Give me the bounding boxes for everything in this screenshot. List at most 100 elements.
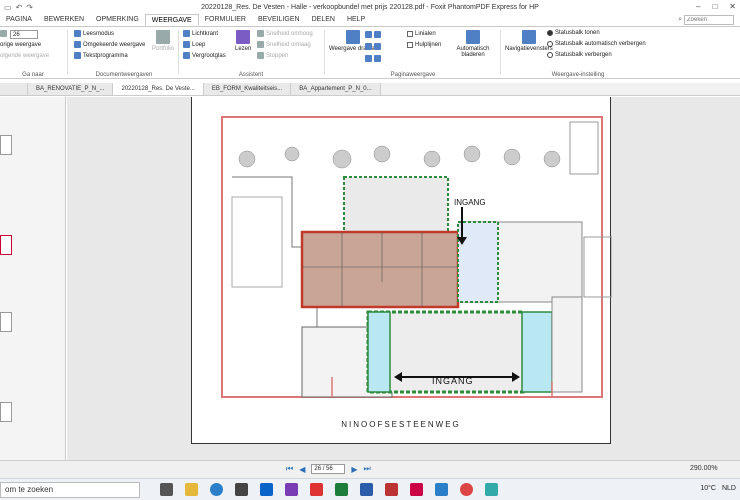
portfolio-icon bbox=[156, 30, 170, 44]
page-number-input[interactable]: 26 bbox=[10, 30, 38, 39]
page-thumbnail[interactable] bbox=[0, 312, 12, 332]
speed-up-icon bbox=[257, 30, 264, 37]
navigatievensters-button[interactable]: Navigatievensters bbox=[505, 30, 553, 52]
group-label-paginaweergave: Paginaweergave bbox=[390, 72, 436, 78]
page-layout-single-button[interactable] bbox=[365, 31, 381, 38]
search-input[interactable] bbox=[684, 15, 734, 25]
minimize-icon[interactable]: – bbox=[696, 2, 700, 11]
excel-icon[interactable] bbox=[335, 483, 348, 496]
page-thumbnail-selected[interactable] bbox=[0, 235, 12, 255]
tab-weergave[interactable]: WEERGAVE bbox=[144, 14, 199, 26]
stairwell bbox=[457, 221, 499, 303]
tab-formulier[interactable]: FORMULIER bbox=[199, 14, 252, 26]
automatisch-bladeren-button[interactable]: Automatisch bladeren bbox=[453, 30, 493, 58]
loep-button[interactable]: Loep bbox=[183, 41, 205, 48]
statusbalk-verbergen-radio[interactable]: Statusbalk verbergen bbox=[547, 52, 612, 58]
page-layout-facing-button[interactable] bbox=[365, 43, 381, 50]
book-icon bbox=[74, 30, 81, 37]
cyan-zone bbox=[367, 311, 391, 393]
highlighted-unit bbox=[300, 230, 460, 309]
loupe-icon bbox=[183, 41, 190, 48]
window-controls: – □ ✕ bbox=[696, 2, 736, 11]
omgekeerde-weergave-button[interactable]: Omgekeerde weergave bbox=[74, 41, 145, 48]
leesmodus-button[interactable]: Leesmodus bbox=[74, 30, 114, 37]
prev-view-button[interactable] bbox=[0, 30, 7, 37]
app-icon[interactable] bbox=[485, 483, 498, 496]
ribbon-tabs: PAGINA BEWERKEN OPMERKING WEERGAVE FORMU… bbox=[0, 14, 740, 27]
next-page-icon[interactable]: ▶ bbox=[351, 465, 357, 474]
doc-tab-1[interactable]: BA_RENOVATIE_P_N_... bbox=[28, 83, 114, 95]
tab-opmerking[interactable]: OPMERKING bbox=[90, 14, 145, 26]
document-canvas[interactable]: INGANG INGANG NINOOFSESTEENWEG bbox=[67, 97, 740, 460]
lichtkrant-button[interactable]: Lichtkrant bbox=[183, 30, 218, 37]
maximize-icon[interactable]: □ bbox=[712, 2, 717, 11]
divider bbox=[67, 30, 68, 74]
portfolio-button[interactable]: Portfolio bbox=[152, 30, 174, 52]
file-explorer-icon[interactable] bbox=[185, 483, 198, 496]
radio-selected-icon bbox=[547, 30, 553, 36]
powerpoint-icon[interactable] bbox=[385, 483, 398, 496]
statusbalk-tonen-radio[interactable]: Statusbalk tonen bbox=[547, 30, 600, 36]
pdf-app-icon[interactable] bbox=[310, 483, 323, 496]
snelheid-omhoog-button[interactable]: Snelheid omhoog bbox=[257, 30, 313, 37]
tab-delen[interactable]: DELEN bbox=[306, 14, 341, 26]
taskbar-search[interactable]: om te zoeken bbox=[0, 482, 140, 498]
next-view-button[interactable]: olgende weergave bbox=[0, 53, 49, 59]
close-icon[interactable]: ✕ bbox=[729, 2, 736, 11]
rotate-icon bbox=[346, 30, 361, 44]
hatched-area bbox=[569, 121, 599, 175]
lezen-button[interactable]: Lezen bbox=[235, 30, 251, 52]
ingang-top-label: INGANG bbox=[454, 198, 486, 207]
acrobat-icon[interactable] bbox=[410, 483, 423, 496]
first-page-icon[interactable]: ⏮ bbox=[286, 464, 293, 474]
cover-icon bbox=[365, 55, 372, 62]
tekstprogramma-button[interactable]: Tekstprogramma bbox=[74, 52, 128, 59]
divider bbox=[500, 30, 501, 74]
ribbon: 26 orige weergave olgende weergave Ga na… bbox=[0, 27, 740, 79]
group-ga-naar: 26 orige weergave olgende weergave Ga na… bbox=[0, 27, 66, 79]
app-icon[interactable] bbox=[285, 483, 298, 496]
statusbalk-autohide-radio[interactable]: Statusbalk automatisch verbergen bbox=[547, 41, 646, 47]
tab-beveiligen[interactable]: BEVEILIGEN bbox=[252, 14, 306, 26]
zoom-level[interactable]: 290.00% bbox=[690, 465, 718, 472]
stop-icon bbox=[257, 52, 264, 59]
group-paginaweergave: Weergave draaien Linialen Hulplijnen Aut… bbox=[327, 27, 499, 79]
tab-help[interactable]: HELP bbox=[341, 14, 371, 26]
keyboard-language[interactable]: NLD bbox=[722, 485, 736, 492]
hulplijnen-checkbox[interactable]: Hulplijnen bbox=[407, 42, 441, 48]
store-icon[interactable] bbox=[235, 483, 248, 496]
word-icon[interactable] bbox=[360, 483, 373, 496]
tab-bewerken[interactable]: BEWERKEN bbox=[38, 14, 90, 26]
doc-tabs-scroll[interactable] bbox=[0, 83, 28, 95]
snelheid-omlaag-button[interactable]: Snelheid omlaag bbox=[257, 41, 311, 48]
page-counter[interactable]: 26 / 56 bbox=[311, 464, 346, 474]
task-view-icon[interactable] bbox=[160, 483, 173, 496]
mail-icon[interactable] bbox=[260, 483, 273, 496]
group-label-assistent: Assistent bbox=[238, 72, 264, 78]
arrow-left-icon bbox=[0, 30, 7, 37]
linialen-checkbox[interactable]: Linialen bbox=[407, 31, 436, 37]
doc-tab-4[interactable]: BA_Appartement_P_N_0... bbox=[291, 83, 381, 95]
teams-icon[interactable] bbox=[435, 483, 448, 496]
doc-tab-2[interactable]: 20220128_Res. De Veste... bbox=[113, 83, 204, 95]
vergrootglas-button[interactable]: Vergrootglas bbox=[183, 52, 226, 59]
group-assistent: Lichtkrant Loep Vergrootglas Lezen Snelh… bbox=[181, 27, 321, 79]
stoppen-button[interactable]: Stoppen bbox=[257, 52, 288, 59]
page-thumbnail[interactable] bbox=[0, 402, 12, 422]
weather-temp[interactable]: 10°C bbox=[700, 485, 716, 492]
doc-tab-3[interactable]: EB_FORM_Kwaliteitseis... bbox=[203, 83, 292, 95]
street-name: NINOOFSESTEENWEG bbox=[341, 420, 461, 429]
prev-page-icon[interactable]: ◀ bbox=[299, 465, 305, 474]
last-page-icon[interactable]: ⏭ bbox=[364, 464, 371, 474]
continuous-icon bbox=[374, 31, 381, 38]
tab-pagina[interactable]: PAGINA bbox=[0, 14, 38, 26]
page-layout-cover-button[interactable] bbox=[365, 55, 381, 62]
page-thumbnail[interactable] bbox=[0, 135, 12, 155]
divider bbox=[178, 30, 179, 74]
previous-view-button[interactable]: orige weergave bbox=[0, 42, 41, 48]
chrome-icon[interactable] bbox=[460, 483, 473, 496]
group-label-documentweergaven: Documentweergaven bbox=[95, 72, 153, 78]
group-weergave-instelling: Navigatievensters Statusbalk tonen Statu… bbox=[503, 27, 653, 79]
edge-icon[interactable] bbox=[210, 483, 223, 496]
floor-plan: INGANG INGANG bbox=[221, 116, 613, 398]
